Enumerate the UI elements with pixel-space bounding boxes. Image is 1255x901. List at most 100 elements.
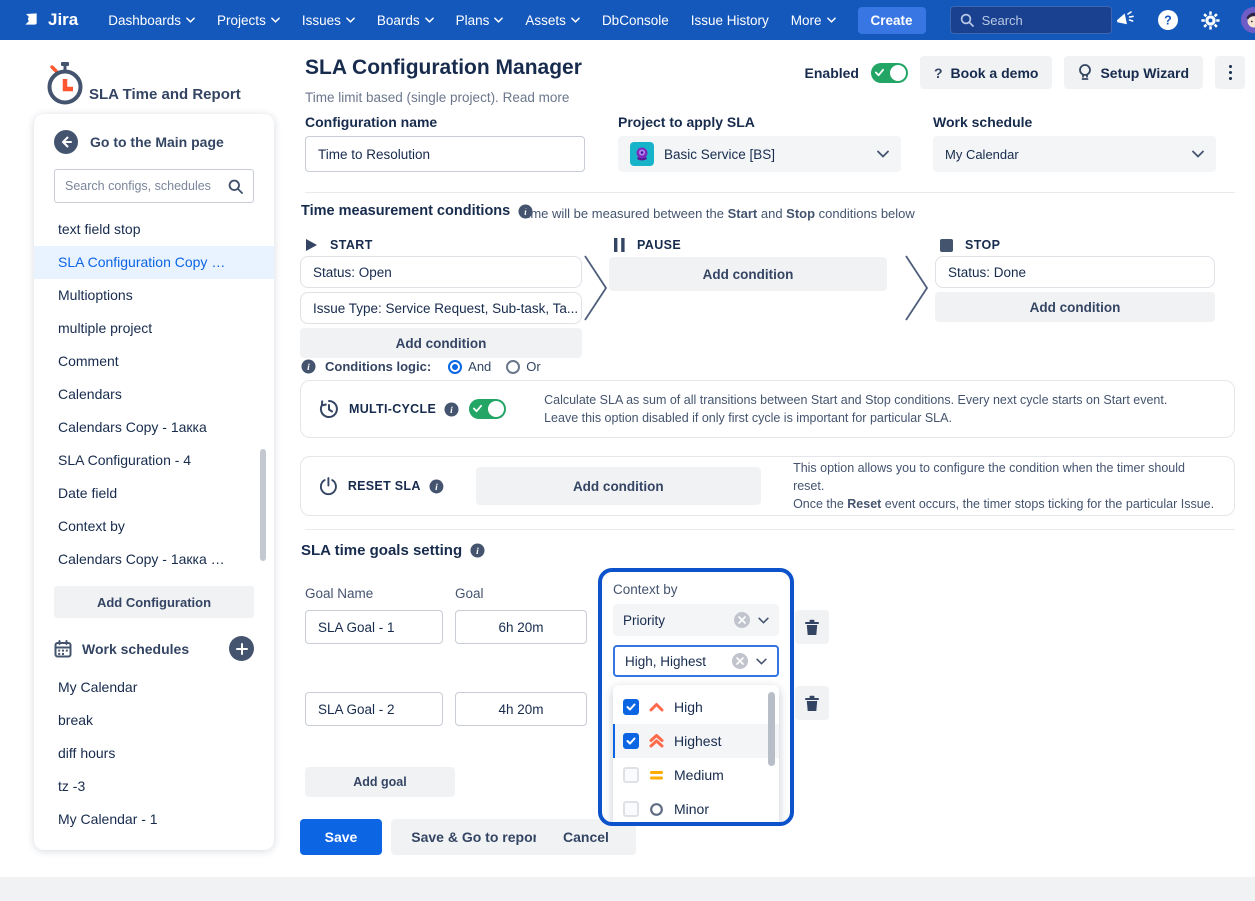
pause-add-condition-button[interactable]: Add condition — [609, 257, 887, 291]
config-item[interactable]: text field stop — [34, 213, 274, 246]
config-item[interactable]: Calendars Copy - 1акка — [34, 411, 274, 444]
logic-or-radio[interactable] — [506, 360, 520, 374]
user-avatar[interactable] — [1241, 7, 1255, 33]
dropdown-scrollbar-thumb[interactable] — [768, 692, 775, 766]
option-minor[interactable]: Minor — [613, 792, 779, 826]
nav-item-projects[interactable]: Projects — [217, 13, 280, 28]
info-icon[interactable]: i — [429, 479, 444, 494]
chevron-down-icon — [756, 658, 767, 665]
schedule-item[interactable]: My Calendar — [34, 671, 274, 704]
megaphone-icon — [1115, 11, 1135, 29]
config-name-input[interactable] — [305, 136, 585, 172]
checkbox-unchecked[interactable] — [623, 767, 639, 783]
multi-cycle-card: MULTI-CYCLE i Calculate SLA as sum of al… — [300, 380, 1235, 438]
info-icon[interactable]: i — [444, 402, 459, 417]
option-highest[interactable]: Highest — [613, 724, 779, 758]
clear-icon[interactable] — [734, 612, 750, 628]
schedule-item[interactable]: tz -3 — [34, 770, 274, 803]
logic-and-label[interactable]: And — [468, 359, 491, 374]
start-condition[interactable]: Status: Open — [300, 256, 582, 288]
nav-item-dbconsole[interactable]: DbConsole — [602, 13, 669, 28]
start-add-condition-button[interactable]: Add condition — [300, 328, 582, 358]
setup-wizard-button[interactable]: Setup Wizard — [1064, 56, 1203, 89]
config-item[interactable]: Comment — [34, 345, 274, 378]
gear-icon — [1200, 10, 1221, 31]
project-select[interactable]: Basic Service [BS] — [618, 136, 901, 172]
config-item[interactable]: Context by — [34, 510, 274, 543]
calendar-icon — [54, 640, 72, 658]
configs-search[interactable] — [54, 169, 254, 203]
nav-item-dashboards[interactable]: Dashboards — [108, 13, 195, 28]
nav-item-plans[interactable]: Plans — [456, 13, 504, 28]
priority-highest-icon — [649, 734, 664, 748]
page-title: SLA Configuration Manager — [305, 56, 582, 80]
settings-button[interactable] — [1198, 7, 1224, 33]
goal-name-input-1[interactable] — [305, 610, 443, 644]
chevron-down-icon — [425, 17, 434, 23]
config-item[interactable]: Calendars — [34, 378, 274, 411]
goal-value-input-2[interactable] — [455, 692, 587, 726]
reset-add-condition-button[interactable]: Add condition — [476, 467, 762, 505]
goal-name-input-2[interactable] — [305, 692, 443, 726]
jira-logo[interactable]: Jira — [20, 9, 78, 31]
stop-condition[interactable]: Status: Done — [935, 256, 1215, 288]
multi-cycle-toggle[interactable] — [469, 399, 506, 419]
help-button[interactable]: ? — [1155, 7, 1181, 33]
book-demo-button[interactable]: ? Book a demo — [920, 56, 1052, 89]
start-condition[interactable]: Issue Type: Service Request, Sub-task, T… — [300, 292, 582, 324]
option-medium[interactable]: Medium — [613, 758, 779, 792]
history-icon — [319, 399, 339, 419]
enabled-label: Enabled — [805, 65, 859, 81]
schedule-label: Work schedule — [933, 114, 1032, 130]
goal-value-input-1[interactable] — [455, 610, 587, 644]
config-item[interactable]: SLA Configuration - 4 — [34, 444, 274, 477]
logic-and-radio[interactable] — [448, 360, 462, 374]
checkbox-checked[interactable] — [623, 699, 639, 715]
read-more-link[interactable]: Read more — [503, 90, 570, 105]
nav-item-issue-history[interactable]: Issue History — [691, 13, 769, 28]
add-configuration-button[interactable]: Add Configuration — [54, 586, 254, 618]
schedule-item[interactable]: My Calendar - 1 — [34, 803, 274, 836]
global-search[interactable] — [950, 6, 1112, 34]
nav-item-boards[interactable]: Boards — [377, 13, 434, 28]
add-goal-button[interactable]: Add goal — [305, 767, 455, 797]
delete-goal-button-1[interactable] — [795, 610, 829, 644]
configs-search-input[interactable] — [65, 179, 228, 193]
schedule-item[interactable]: break — [34, 704, 274, 737]
config-list: text field stop SLA Configuration Copy …… — [34, 213, 274, 576]
enabled-toggle[interactable] — [871, 63, 908, 83]
nav-item-issues[interactable]: Issues — [302, 13, 355, 28]
global-search-input[interactable] — [982, 13, 1102, 28]
context-field-select[interactable]: Priority — [613, 604, 779, 636]
go-to-main-page-link[interactable]: Go to the Main page — [34, 130, 274, 154]
info-icon[interactable]: i — [470, 543, 485, 558]
announcements-button[interactable] — [1112, 7, 1138, 33]
more-options-button[interactable] — [1215, 56, 1245, 89]
delete-goal-button-2[interactable] — [795, 686, 829, 720]
config-item[interactable]: Calendars Copy - 1акка … — [34, 543, 274, 576]
checkbox-checked[interactable] — [623, 733, 639, 749]
svg-text:i: i — [307, 363, 310, 373]
checkbox-unchecked[interactable] — [623, 801, 639, 817]
stop-add-condition-button[interactable]: Add condition — [935, 292, 1215, 322]
config-item-selected[interactable]: SLA Configuration Copy … — [34, 246, 274, 279]
config-item[interactable]: multiple project — [34, 312, 274, 345]
config-item[interactable]: Multioptions — [34, 279, 274, 312]
jira-logo-text: Jira — [48, 10, 78, 30]
context-values-select[interactable]: High, Highest — [613, 645, 779, 677]
clear-icon[interactable] — [732, 653, 748, 669]
save-button[interactable]: Save — [300, 819, 382, 855]
nav-item-assets[interactable]: Assets — [525, 13, 580, 28]
create-button[interactable]: Create — [858, 7, 926, 34]
nav-item-more[interactable]: More — [791, 13, 836, 28]
schedule-item[interactable]: diff hours — [34, 737, 274, 770]
lightbulb-icon — [1078, 64, 1092, 81]
flow-chevron-icon — [583, 252, 609, 324]
info-icon[interactable]: i — [301, 359, 316, 374]
sidebar-scrollbar-thumb[interactable] — [260, 449, 266, 561]
logic-or-label[interactable]: Or — [526, 359, 540, 374]
option-high[interactable]: High — [613, 690, 779, 724]
add-schedule-button[interactable] — [229, 636, 254, 661]
config-item[interactable]: Date field — [34, 477, 274, 510]
work-schedule-select[interactable]: My Calendar — [933, 136, 1216, 172]
